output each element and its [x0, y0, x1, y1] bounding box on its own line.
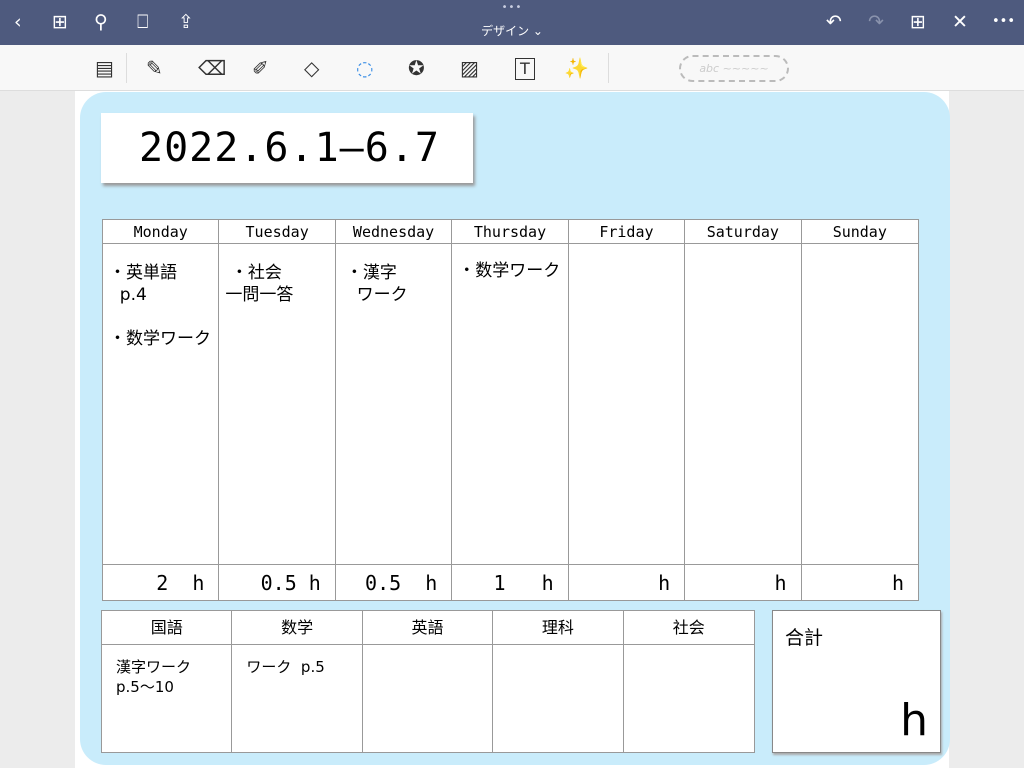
day-hours: h	[891, 571, 904, 595]
weekly-schedule-table: Monday Tuesday Wednesday Thursday Friday…	[102, 219, 919, 601]
day-tasks: ・英単語 p.4 ・数学ワーク	[103, 244, 220, 565]
subject-notes	[363, 645, 494, 752]
day-hours: 2 h	[103, 565, 220, 601]
close-icon[interactable]: ✕	[952, 10, 968, 34]
day-tasks: ・漢字 ワーク	[335, 244, 453, 565]
lasso-icon[interactable]: ◌	[356, 55, 373, 81]
day-tasks	[568, 244, 686, 565]
subject-header: 社会	[623, 611, 754, 645]
day-header: Wednesday	[335, 220, 453, 244]
subject-notes: ワーク p.5	[232, 645, 363, 752]
text-tool-icon[interactable]: T	[515, 58, 535, 80]
subject-header: 国語	[102, 611, 233, 645]
day-header: Sunday	[801, 220, 918, 244]
divider	[608, 53, 609, 83]
undo-icon[interactable]: ↶	[826, 10, 842, 34]
tool-bar: ▤ ✎ ⌫ ✐ ◇ ◌ ✪ ▨ T ✨ abc ~~~~~	[0, 45, 1024, 91]
laser-pointer-icon[interactable]: ✨	[564, 55, 589, 81]
day-hours: h	[569, 565, 686, 601]
day-header: Tuesday	[219, 220, 336, 244]
total-unit: h	[900, 695, 928, 746]
more-icon[interactable]: •••	[992, 10, 1015, 34]
handwriting-to-text-button[interactable]: abc ~~~~~	[679, 55, 789, 82]
date-range-title: 2022.6.1—6.7	[101, 113, 473, 183]
image-icon[interactable]: ▨	[460, 55, 479, 81]
day-hours: 0.5 h	[219, 565, 336, 601]
highlighter-icon[interactable]: ✐	[252, 55, 269, 81]
total-hours-box: 合計 h	[772, 610, 941, 753]
day-header: Monday	[103, 220, 220, 244]
day-tasks: ・社会 一問一答	[219, 244, 336, 565]
day-hours: 1 h	[452, 565, 569, 601]
subject-notes	[493, 645, 624, 752]
eraser-icon[interactable]: ⌫	[198, 55, 226, 81]
day-tasks: ・数学ワーク	[452, 244, 569, 565]
day-header: Thursday	[452, 220, 569, 244]
divider	[126, 53, 127, 83]
subject-notes	[624, 645, 754, 752]
total-label: 合計	[785, 627, 824, 649]
reader-mode-icon[interactable]: ▤	[95, 55, 114, 81]
day-hours: 0.5 h	[336, 565, 453, 601]
subject-header: 数学	[232, 611, 363, 645]
subject-header: 英語	[362, 611, 494, 645]
day-tasks	[801, 244, 918, 565]
subject-notes: 漢字ワーク p.5〜10	[102, 645, 233, 752]
add-page-icon[interactable]: ⊞	[910, 10, 926, 34]
day-hours: h	[685, 565, 802, 601]
redo-icon[interactable]: ↷	[868, 10, 884, 34]
day-header: Friday	[568, 220, 686, 244]
sticker-icon[interactable]: ✪	[408, 55, 425, 81]
day-header: Saturday	[685, 220, 802, 244]
shapes-icon[interactable]: ◇	[304, 55, 319, 81]
subject-header: 理科	[493, 611, 624, 645]
top-navigation-bar: ••• ‹ ⊞ ⚲ ⎕ ⇪ デザイン ⌄ ↶ ↷ ⊞ ✕ •••	[0, 0, 1024, 45]
day-tasks	[685, 244, 802, 565]
pen-icon[interactable]: ✎	[146, 55, 163, 81]
subject-table: 国語 数学 英語 理科 社会 漢字ワーク p.5〜10 ワーク p.5	[101, 610, 755, 753]
